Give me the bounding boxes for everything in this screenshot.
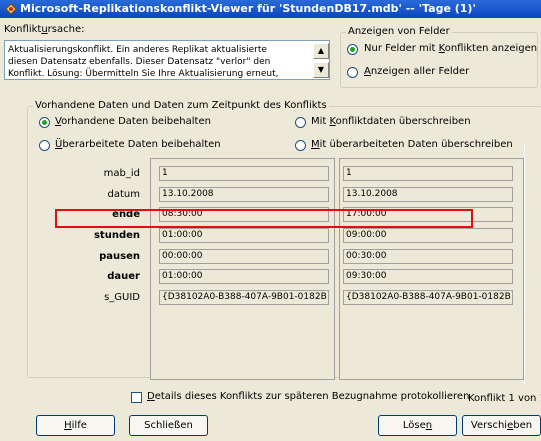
close-button[interactable]: Schließen xyxy=(129,415,208,436)
field-label: pausen xyxy=(99,251,140,262)
radio-keep-edited[interactable] xyxy=(39,140,50,151)
scroll-up-button[interactable]: ▲ xyxy=(313,43,329,59)
window-title: Microsoft-Replikationskonflikt-Viewer fü… xyxy=(20,2,476,15)
app-icon xyxy=(5,3,17,15)
cause-text: Aktualisierungskonflikt. Ein anderes Rep… xyxy=(8,45,279,79)
radio-keep-edited-label: Überarbeitete Daten beibehalten xyxy=(55,139,221,150)
log-details-label: Details dieses Konflikts zur späteren Be… xyxy=(147,391,470,402)
existing-value-field[interactable]: 00:00:00 xyxy=(159,249,329,264)
resolve-button[interactable]: Lösen xyxy=(378,415,457,436)
radio-conflict-fields-only[interactable] xyxy=(347,44,358,55)
conflict-value-field[interactable]: 09:00:00 xyxy=(343,228,513,243)
view-options-label: Anzeigen von Felder xyxy=(346,26,452,37)
radio-overwrite-conflict[interactable] xyxy=(295,117,306,128)
existing-value-field[interactable]: 13.10.2008 xyxy=(159,187,329,202)
field-label: dauer xyxy=(107,271,140,282)
conflict-value-field[interactable]: 13.10.2008 xyxy=(343,187,513,202)
red-highlight-box xyxy=(55,209,473,228)
existing-value-field[interactable]: {D38102A0-B388-407A-9B01-0182B xyxy=(159,290,329,305)
scroll-down-button[interactable]: ▼ xyxy=(313,62,329,78)
radio-keep-existing[interactable] xyxy=(39,117,50,128)
postpone-button[interactable]: Verschieben xyxy=(462,415,541,436)
log-details-checkbox[interactable] xyxy=(131,392,142,403)
vertical-scrollbar[interactable] xyxy=(524,145,541,385)
existing-value-field[interactable]: 01:00:00 xyxy=(159,269,329,284)
radio-overwrite-edited-label: Mit überarbeiteten Daten überschreiben xyxy=(311,139,513,150)
field-label: stunden xyxy=(93,230,140,241)
conflict-value-field[interactable]: 1 xyxy=(343,166,513,181)
title-bar[interactable]: Microsoft-Replikationskonflikt-Viewer fü… xyxy=(0,0,541,18)
resolution-group-label: Vorhandene Daten und Daten zum Zeitpunkt… xyxy=(33,100,329,111)
existing-value-field[interactable]: 01:00:00 xyxy=(159,228,329,243)
conflict-value-field[interactable]: 09:30:00 xyxy=(343,269,513,284)
conflict-counter: Konflikt 1 von 1 xyxy=(468,393,541,404)
conflict-value-field[interactable]: {D38102A0-B388-407A-9B01-0182B xyxy=(343,290,513,305)
radio-overwrite-edited[interactable] xyxy=(295,140,306,151)
conflict-viewer-window: Microsoft-Replikationskonflikt-Viewer fü… xyxy=(0,0,541,441)
radio-overwrite-conflict-label: Mit Konfliktdaten überschreiben xyxy=(311,116,471,127)
view-options-group xyxy=(340,32,538,88)
cause-label: Konfliktursache: xyxy=(4,24,85,35)
radio-keep-existing-label: Vorhandene Daten beibehalten xyxy=(55,116,211,127)
cause-textbox[interactable]: Aktualisierungskonflikt. Ein anderes Rep… xyxy=(4,40,330,80)
field-label: s_GUID xyxy=(104,292,140,303)
field-label: mab_id xyxy=(103,168,140,179)
radio-conflict-fields-only-label: Nur Felder mit Konflikten anzeigen xyxy=(364,43,538,54)
existing-value-field[interactable]: 1 xyxy=(159,166,329,181)
radio-all-fields-label: Anzeigen aller Felder xyxy=(364,66,470,77)
conflict-value-field[interactable]: 00:30:00 xyxy=(343,249,513,264)
help-button[interactable]: Hilfe xyxy=(36,415,115,436)
radio-all-fields[interactable] xyxy=(347,67,358,78)
field-label: datum xyxy=(107,189,140,200)
